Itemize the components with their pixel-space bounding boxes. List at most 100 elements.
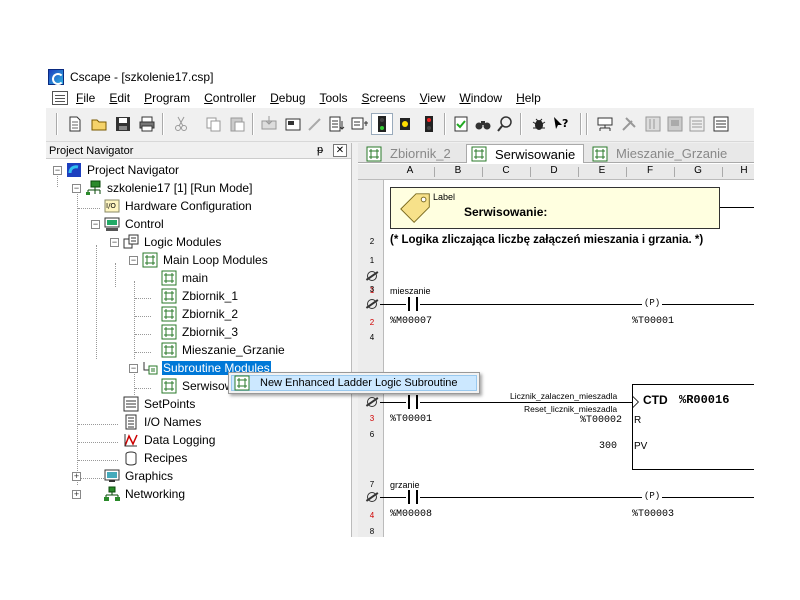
wand-button[interactable] (304, 113, 326, 135)
cut-button[interactable] (170, 113, 192, 135)
tree-data-logging[interactable]: Data Logging (123, 431, 216, 449)
debug-button[interactable] (528, 113, 550, 135)
rung-1-label[interactable]: Label Serwisowanie: (390, 187, 720, 229)
grid-button[interactable] (686, 113, 708, 135)
tree-module-mieszanie-grzanie[interactable]: Mieszanie_Grzanie (161, 341, 286, 359)
tree-module-zbiornik-2[interactable]: Zbiornik_2 (161, 305, 239, 323)
download-button[interactable] (258, 113, 280, 135)
tree-module-zbiornik-3[interactable]: Zbiornik_3 (161, 323, 239, 341)
collapse-project-navigator[interactable]: − (53, 166, 62, 175)
rung-number-red: 2 (369, 318, 375, 327)
save-button[interactable] (112, 113, 134, 135)
new-file-button[interactable] (64, 113, 86, 135)
expand-networking[interactable]: + (72, 490, 81, 499)
monitor-button[interactable] (349, 113, 371, 135)
zoom-button[interactable] (494, 113, 516, 135)
menu-help[interactable]: Help (516, 91, 541, 105)
panel-button[interactable] (642, 113, 664, 135)
collapse-controller[interactable]: − (72, 184, 81, 193)
tab-serwisowanie[interactable]: Serwisowanie (466, 144, 584, 163)
navigator-header-title: Project Navigator (49, 144, 134, 157)
pin-icon[interactable]: ᵽ (313, 144, 327, 157)
tree-logic-modules[interactable]: Logic Modules (123, 233, 222, 251)
ladder-module-icon (592, 146, 608, 162)
expand-graphics[interactable]: + (72, 472, 81, 481)
list-button[interactable] (326, 113, 348, 135)
menu-file[interactable]: File (76, 91, 95, 105)
tree-module-main[interactable]: main (161, 269, 209, 287)
menu-view[interactable]: View (420, 91, 446, 105)
find-button[interactable] (472, 113, 494, 135)
tree-project-navigator[interactable]: Project Navigator (66, 161, 180, 179)
ladder-module-icon (161, 288, 177, 304)
print-icon (139, 116, 155, 132)
document-button[interactable] (710, 113, 732, 135)
collapse-subroutine-modules[interactable]: − (129, 364, 138, 373)
menu-tools[interactable]: Tools (320, 91, 348, 105)
tree-graphics[interactable]: Graphics (104, 467, 174, 485)
tree-main-loop-modules[interactable]: Main Loop Modules (142, 251, 269, 269)
ctd-block[interactable]: CTD %R00016 (632, 384, 754, 470)
tree-hardware-configuration[interactable]: I/O Hardware Configuration (104, 197, 253, 215)
traffic-light-red-icon (425, 116, 433, 132)
menu-controller[interactable]: Controller (204, 91, 256, 105)
screen-button[interactable] (664, 113, 686, 135)
paste-button[interactable] (226, 113, 248, 135)
ladder-module-icon (161, 306, 177, 322)
tree-networking[interactable]: Networking (104, 485, 186, 503)
idle-mode-button[interactable] (394, 113, 416, 135)
tree-module-serwisowanie[interactable]: Serwisow (161, 377, 234, 395)
context-help-button[interactable]: ? (550, 113, 572, 135)
close-panel-icon[interactable]: ✕ (333, 144, 347, 157)
contact-address: %T00001 (390, 414, 433, 425)
tree-label: main (182, 271, 209, 285)
rung-number: 7 (369, 480, 375, 489)
copy-button[interactable] (202, 113, 224, 135)
tree-io-names[interactable]: I/O Names (123, 413, 202, 431)
collapse-control[interactable]: − (91, 220, 100, 229)
positive-coil[interactable]: (P) (642, 298, 663, 308)
collapse-logic-modules[interactable]: − (110, 238, 119, 247)
menu-window[interactable]: Window (459, 91, 502, 105)
collapse-main-loop-modules[interactable]: − (129, 256, 138, 265)
tools-button[interactable] (618, 113, 640, 135)
column-e: E (598, 165, 606, 176)
menu-program[interactable]: Program (144, 91, 190, 105)
contact-no[interactable] (406, 395, 420, 409)
setpoints-icon (123, 396, 139, 412)
monitor-icon (351, 117, 368, 130)
tree-recipes[interactable]: Recipes (123, 449, 188, 467)
new-enhanced-ladder-subroutine-item[interactable]: New Enhanced Ladder Logic Subroutine (231, 375, 477, 391)
tree-module-zbiornik-1[interactable]: Zbiornik_1 (161, 287, 239, 305)
stop-mode-button[interactable] (418, 113, 440, 135)
column-g: G (694, 165, 702, 176)
tree-controller[interactable]: szkolenie17 [1] [Run Mode] (86, 179, 253, 197)
verify-button[interactable] (450, 113, 472, 135)
tree-setpoints[interactable]: SetPoints (123, 395, 196, 413)
tab-zbiornik-2[interactable]: Zbiornik_2 (362, 144, 466, 163)
contact-no[interactable] (406, 297, 420, 311)
tree-control[interactable]: Control (104, 215, 165, 233)
controller-button[interactable] (282, 113, 304, 135)
ctd-block-address: %R00016 (679, 393, 730, 407)
run-mode-button[interactable] (371, 113, 393, 135)
open-button[interactable] (88, 113, 110, 135)
rung-3-wire (380, 304, 754, 305)
grid-icon (689, 116, 705, 132)
tree-label: Recipes (144, 451, 188, 465)
tab-mieszanie-grzanie[interactable]: Mieszanie_Grzanie (588, 144, 750, 163)
print-button[interactable] (136, 113, 158, 135)
tree-label: Zbiornik_3 (182, 325, 239, 339)
contact-no[interactable] (406, 490, 420, 504)
toolbar-separator (252, 113, 254, 135)
verify-icon (454, 116, 468, 132)
positive-coil[interactable]: (P) (642, 491, 663, 501)
menu-debug[interactable]: Debug (270, 91, 305, 105)
column-b: B (454, 165, 462, 176)
menu-screens[interactable]: Screens (362, 91, 406, 105)
menu-edit[interactable]: Edit (109, 91, 130, 105)
context-menu: New Enhanced Ladder Logic Subroutine (228, 372, 480, 394)
network-config-button[interactable] (594, 113, 616, 135)
bug-icon (532, 118, 546, 130)
document-menu-icon[interactable] (52, 91, 68, 105)
